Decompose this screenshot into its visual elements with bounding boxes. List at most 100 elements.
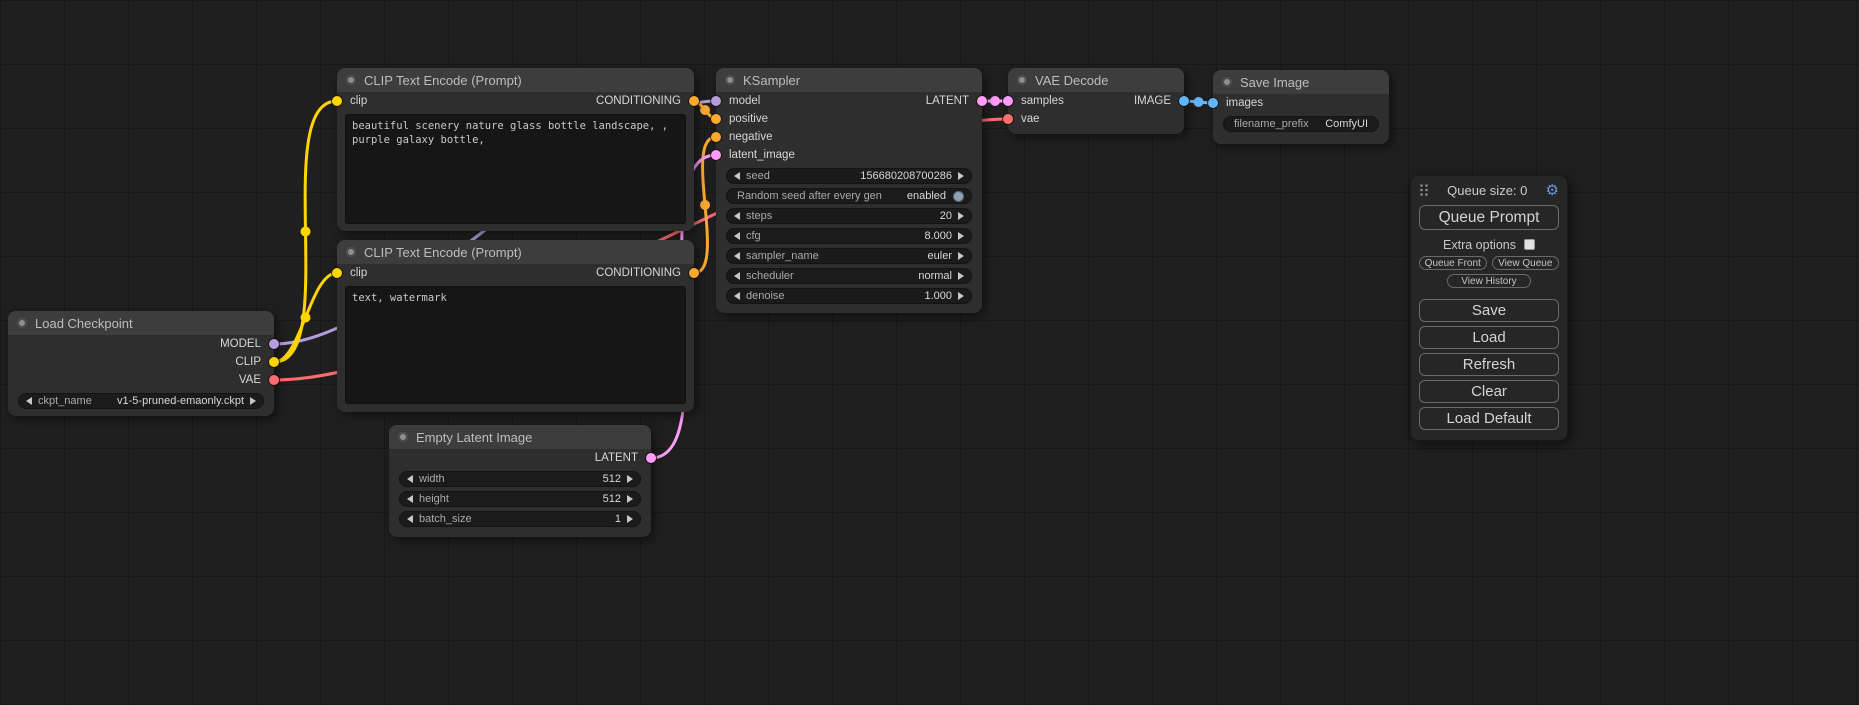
positive-prompt-textarea[interactable]: beautiful scenery nature glass bottle la… xyxy=(345,114,686,224)
widget-name: filename_prefix xyxy=(1234,118,1309,130)
output-dot-image-icon[interactable] xyxy=(1179,96,1189,106)
collapse-dot-icon[interactable] xyxy=(398,432,408,442)
increment-arrow-icon[interactable] xyxy=(250,397,256,405)
negative-prompt-textarea[interactable]: text, watermark xyxy=(345,286,686,404)
decrement-arrow-icon[interactable] xyxy=(734,292,740,300)
extra-options-checkbox[interactable] xyxy=(1524,239,1535,250)
save-button[interactable]: Save xyxy=(1419,299,1559,322)
widget-value: 1 xyxy=(615,513,621,525)
node-save-image[interactable]: Save Image images filename_prefix ComfyU… xyxy=(1213,70,1389,144)
output-label-conditioning: CONDITIONING xyxy=(596,95,681,107)
clear-button[interactable]: Clear xyxy=(1419,380,1559,403)
widget-width[interactable]: width 512 xyxy=(399,471,641,487)
output-dot-clip-icon[interactable] xyxy=(269,357,279,367)
node-header[interactable]: VAE Decode xyxy=(1008,68,1184,92)
widget-denoise[interactable]: denoise 1.000 xyxy=(726,288,972,304)
node-header[interactable]: Empty Latent Image xyxy=(389,425,651,449)
widget-value: 512 xyxy=(603,493,621,505)
increment-arrow-icon[interactable] xyxy=(627,515,633,523)
node-load-checkpoint[interactable]: Load Checkpoint MODEL CLIP VAE ckpt_name… xyxy=(8,311,274,416)
widget-scheduler[interactable]: scheduler normal xyxy=(726,268,972,284)
settings-gear-icon[interactable]: ⚙ xyxy=(1546,183,1559,198)
widget-random-seed-toggle[interactable]: Random seed after every gen enabled xyxy=(726,188,972,204)
increment-arrow-icon[interactable] xyxy=(958,272,964,280)
output-dot-latent-icon[interactable] xyxy=(977,96,987,106)
toggle-indicator-icon[interactable] xyxy=(953,191,964,202)
node-ksampler[interactable]: KSampler model LATENT positive negative … xyxy=(716,68,982,313)
decrement-arrow-icon[interactable] xyxy=(734,232,740,240)
decrement-arrow-icon[interactable] xyxy=(407,475,413,483)
input-dot-model-icon[interactable] xyxy=(711,96,721,106)
collapse-dot-icon[interactable] xyxy=(1222,77,1232,87)
view-history-button[interactable]: View History xyxy=(1447,274,1531,288)
output-label-vae: VAE xyxy=(239,374,261,386)
widget-cfg[interactable]: cfg 8.000 xyxy=(726,228,972,244)
node-graph-canvas[interactable]: Load Checkpoint MODEL CLIP VAE ckpt_name… xyxy=(0,0,1859,705)
node-header[interactable]: CLIP Text Encode (Prompt) xyxy=(337,68,694,92)
decrement-arrow-icon[interactable] xyxy=(734,212,740,220)
input-dot-samples-icon[interactable] xyxy=(1003,96,1013,106)
collapse-dot-icon[interactable] xyxy=(346,75,356,85)
input-dot-latent-image-icon[interactable] xyxy=(711,150,721,160)
output-label-conditioning: CONDITIONING xyxy=(596,267,681,279)
load-button[interactable]: Load xyxy=(1419,326,1559,349)
collapse-dot-icon[interactable] xyxy=(17,318,27,328)
input-label-model: model xyxy=(729,95,760,107)
node-title: Empty Latent Image xyxy=(416,430,532,445)
output-dot-latent-icon[interactable] xyxy=(646,453,656,463)
widget-seed[interactable]: seed 156680208700286 xyxy=(726,168,972,184)
load-default-button[interactable]: Load Default xyxy=(1419,407,1559,430)
widget-sampler-name[interactable]: sampler_name euler xyxy=(726,248,972,264)
increment-arrow-icon[interactable] xyxy=(958,212,964,220)
input-dot-negative-icon[interactable] xyxy=(711,132,721,142)
increment-arrow-icon[interactable] xyxy=(627,495,633,503)
widget-value: v1-5-pruned-emaonly.ckpt xyxy=(117,395,244,407)
output-dot-conditioning-icon[interactable] xyxy=(689,96,699,106)
collapse-dot-icon[interactable] xyxy=(725,75,735,85)
input-label-latent-image: latent_image xyxy=(729,149,795,161)
increment-arrow-icon[interactable] xyxy=(958,292,964,300)
input-dot-positive-icon[interactable] xyxy=(711,114,721,124)
increment-arrow-icon[interactable] xyxy=(958,172,964,180)
view-queue-button[interactable]: View Queue xyxy=(1492,256,1560,270)
decrement-arrow-icon[interactable] xyxy=(407,495,413,503)
collapse-dot-icon[interactable] xyxy=(1017,75,1027,85)
decrement-arrow-icon[interactable] xyxy=(734,172,740,180)
widget-steps[interactable]: steps 20 xyxy=(726,208,972,224)
decrement-arrow-icon[interactable] xyxy=(734,252,740,260)
node-clip-text-encode-negative[interactable]: CLIP Text Encode (Prompt) clip CONDITION… xyxy=(337,240,694,412)
node-vae-decode[interactable]: VAE Decode samples IMAGE vae xyxy=(1008,68,1184,134)
output-label-clip: CLIP xyxy=(235,356,261,368)
widget-height[interactable]: height 512 xyxy=(399,491,641,507)
drag-handle-icon[interactable] xyxy=(1419,183,1429,197)
widget-batch-size[interactable]: batch_size 1 xyxy=(399,511,641,527)
input-dot-clip-icon[interactable] xyxy=(332,96,342,106)
increment-arrow-icon[interactable] xyxy=(627,475,633,483)
decrement-arrow-icon[interactable] xyxy=(26,397,32,405)
output-dot-conditioning-icon[interactable] xyxy=(689,268,699,278)
decrement-arrow-icon[interactable] xyxy=(734,272,740,280)
node-title: VAE Decode xyxy=(1035,73,1108,88)
input-dot-images-icon[interactable] xyxy=(1208,98,1218,108)
queue-front-button[interactable]: Queue Front xyxy=(1419,256,1487,270)
collapse-dot-icon[interactable] xyxy=(346,247,356,257)
increment-arrow-icon[interactable] xyxy=(958,232,964,240)
input-dot-vae-icon[interactable] xyxy=(1003,114,1013,124)
node-header[interactable]: Save Image xyxy=(1213,70,1389,94)
output-dot-vae-icon[interactable] xyxy=(269,375,279,385)
widget-filename-prefix[interactable]: filename_prefix ComfyUI xyxy=(1223,116,1379,132)
output-dot-model-icon[interactable] xyxy=(269,339,279,349)
decrement-arrow-icon[interactable] xyxy=(407,515,413,523)
node-header[interactable]: KSampler xyxy=(716,68,982,92)
node-header[interactable]: Load Checkpoint xyxy=(8,311,274,335)
input-dot-clip-icon[interactable] xyxy=(332,268,342,278)
refresh-button[interactable]: Refresh xyxy=(1419,353,1559,376)
widget-ckpt-name[interactable]: ckpt_name v1-5-pruned-emaonly.ckpt xyxy=(18,393,264,409)
increment-arrow-icon[interactable] xyxy=(958,252,964,260)
node-title: Save Image xyxy=(1240,75,1309,90)
queue-prompt-button[interactable]: Queue Prompt xyxy=(1419,205,1559,230)
node-header[interactable]: CLIP Text Encode (Prompt) xyxy=(337,240,694,264)
node-empty-latent-image[interactable]: Empty Latent Image LATENT width 512 heig… xyxy=(389,425,651,537)
node-clip-text-encode-positive[interactable]: CLIP Text Encode (Prompt) clip CONDITION… xyxy=(337,68,694,231)
output-label-latent: LATENT xyxy=(595,452,638,464)
